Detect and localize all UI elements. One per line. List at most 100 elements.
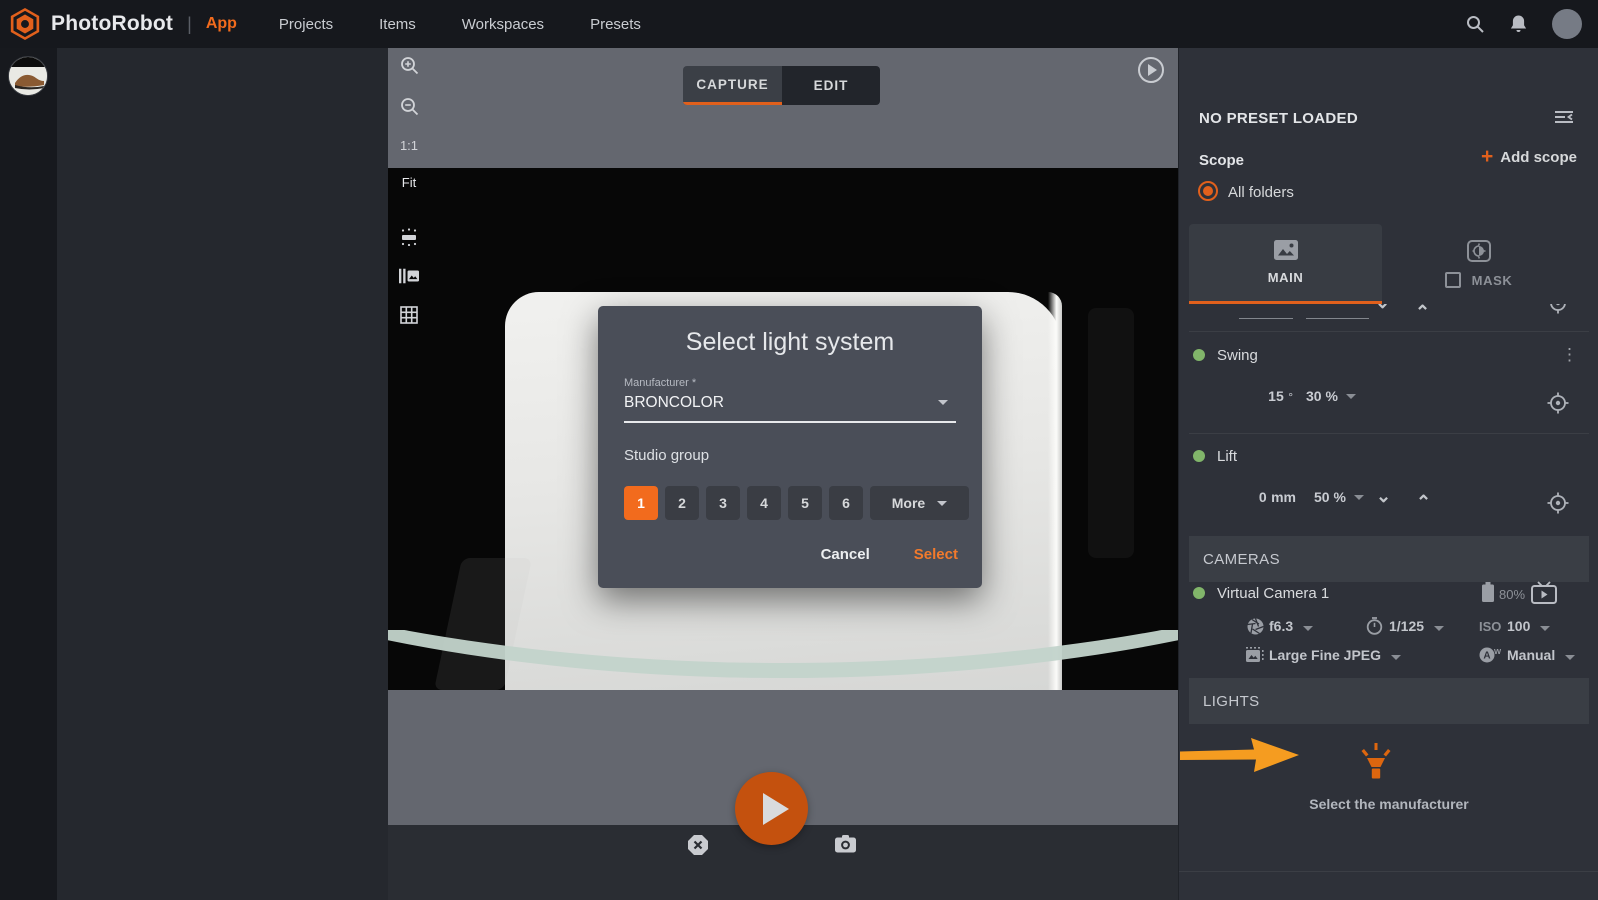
tab-main-label: MAIN	[1267, 270, 1304, 285]
left-rail	[0, 48, 57, 900]
mask-checkbox[interactable]	[1444, 272, 1461, 288]
photorobot-app: PhotoRobot | App Projects Items Workspac…	[0, 0, 1598, 900]
chevron-down-icon[interactable]: ⌄	[1376, 486, 1391, 507]
group-button-3[interactable]: 3	[706, 486, 740, 520]
studio-group-buttons: 1 2 3 4 5 6 More	[624, 486, 969, 520]
collapse-panel-icon[interactable]	[1555, 110, 1573, 124]
iso-dropdown[interactable]: 100	[1507, 618, 1551, 634]
select-light-system-dialog: Select light system Manufacturer * BRONC…	[598, 306, 982, 588]
dropdown-caret-icon	[1345, 393, 1356, 399]
dropdown-caret-icon	[1565, 655, 1576, 660]
three-dot-menu-icon[interactable]: ⋮	[1561, 345, 1578, 365]
shutter-dropdown[interactable]: 1/125	[1389, 618, 1444, 634]
zoom-in-icon[interactable]	[400, 56, 419, 75]
dropdown-caret-icon	[1540, 626, 1551, 631]
all-folders-label: All folders	[1228, 184, 1294, 201]
white-balance-icon: AW	[1479, 647, 1501, 663]
lights-section-header: LIGHTS	[1189, 678, 1589, 724]
cancel-button[interactable]: Cancel	[821, 546, 870, 563]
test-shots-panel-icon[interactable]	[399, 268, 419, 284]
search-icon[interactable]	[1465, 14, 1485, 34]
dropdown-caret-icon	[1303, 626, 1314, 631]
shutter-timer-icon	[1366, 617, 1383, 635]
chevron-down-icon[interactable]	[938, 400, 948, 405]
target-icon[interactable]	[1547, 392, 1569, 414]
image-format-icon	[1245, 647, 1264, 663]
brand-app-label: App	[205, 15, 237, 32]
studio-group-label: Studio group	[624, 447, 710, 464]
group-button-5[interactable]: 5	[788, 486, 822, 520]
bell-icon[interactable]	[1509, 14, 1528, 34]
start-capture-button[interactable]	[735, 772, 808, 845]
swing-angle-input[interactable]: 15 °	[1239, 388, 1293, 406]
dropdown-caret-icon	[1433, 626, 1444, 631]
exposure-icon	[1466, 240, 1491, 262]
camera-status-dot	[1193, 587, 1205, 599]
live-view-icon[interactable]	[1531, 581, 1557, 604]
group-button-6[interactable]: 6	[829, 486, 863, 520]
add-scope-button[interactable]: + Add scope	[1481, 145, 1577, 168]
aperture-dropdown[interactable]: f6.3	[1269, 618, 1314, 634]
group-more-button[interactable]: More	[870, 486, 969, 520]
nav-item-workspaces[interactable]: Workspaces	[462, 16, 544, 33]
image-icon	[1273, 240, 1298, 260]
all-folders-radio[interactable]	[1198, 181, 1218, 201]
camera-name: Virtual Camera 1	[1217, 585, 1330, 602]
zoom-actual-button[interactable]: 1:1	[400, 138, 418, 153]
lift-speed-dropdown[interactable]: 50 %	[1314, 489, 1364, 505]
svg-text:A: A	[1483, 651, 1490, 662]
grid-icon[interactable]	[400, 306, 418, 324]
item-thumbnail[interactable]	[8, 56, 48, 96]
chevron-up-icon[interactable]: ⌃	[1416, 492, 1431, 513]
select-button[interactable]: Select	[914, 546, 958, 563]
chevron-up-icon[interactable]: ⌃	[1415, 304, 1430, 323]
tab-capture[interactable]: CAPTURE	[683, 66, 782, 105]
target-icon[interactable]	[1547, 304, 1569, 314]
nav-item-projects[interactable]: Projects	[279, 16, 333, 33]
lift-label: Lift	[1217, 448, 1238, 465]
chevron-down-icon	[937, 500, 948, 506]
light-strip-icon[interactable]	[399, 228, 419, 246]
group-button-2[interactable]: 2	[665, 486, 699, 520]
cameras-section-header: CAMERAS	[1189, 536, 1589, 582]
svg-text:W: W	[1494, 647, 1501, 656]
plus-icon: +	[1481, 145, 1494, 168]
user-avatar[interactable]	[1552, 9, 1582, 39]
zoom-fit-button[interactable]: Fit	[402, 175, 416, 190]
mm-unit: mm	[1271, 489, 1296, 505]
white-balance-dropdown[interactable]: Manual	[1507, 647, 1576, 663]
swing-label: Swing	[1217, 347, 1258, 364]
tab-main[interactable]: MAIN	[1189, 224, 1382, 304]
swing-speed-dropdown[interactable]: 30 %	[1306, 388, 1356, 404]
zoom-out-icon[interactable]	[400, 97, 419, 116]
tab-mask[interactable]: MASK	[1382, 224, 1575, 304]
scope-label: Scope	[1199, 152, 1245, 169]
lights-empty-hint: Select the manufacturer	[1309, 796, 1469, 812]
capture-photo-icon[interactable]	[835, 835, 856, 853]
group-button-4[interactable]: 4	[747, 486, 781, 520]
torch-icon	[1357, 743, 1395, 783]
tab-edit[interactable]: EDIT	[782, 66, 880, 105]
battery-level: 80%	[1499, 587, 1526, 602]
photorobot-logo-icon[interactable]	[8, 7, 42, 41]
circle-play-icon[interactable]	[1138, 57, 1164, 83]
swing-status-dot	[1193, 349, 1205, 361]
nav-item-items[interactable]: Items	[379, 16, 416, 33]
iso-label: ISO	[1479, 619, 1502, 634]
nav-item-presets[interactable]: Presets	[590, 16, 641, 33]
format-dropdown[interactable]: Large Fine JPEG	[1269, 647, 1401, 663]
group-button-1[interactable]: 1	[624, 486, 658, 520]
chevron-down-icon[interactable]: ⌄	[1375, 304, 1390, 313]
lift-value-input[interactable]: 0 mm	[1239, 489, 1296, 507]
cancel-capture-icon[interactable]	[687, 834, 709, 856]
manufacturer-underline	[624, 421, 956, 423]
manufacturer-select[interactable]: BRONCOLOR	[624, 394, 724, 412]
manufacturer-label: Manufacturer *	[624, 377, 697, 389]
scrolled-axis-row: ⌄ ⌃	[1179, 304, 1598, 331]
lift-status-dot	[1193, 450, 1205, 462]
target-icon[interactable]	[1547, 492, 1569, 514]
virtual-workspace-button[interactable]: Virtual Workspace	[1179, 871, 1598, 900]
arrow-right-icon	[1178, 731, 1302, 784]
main-nav: Projects Items Workspaces Presets	[279, 16, 641, 33]
brand-name: PhotoRobot	[51, 12, 174, 35]
